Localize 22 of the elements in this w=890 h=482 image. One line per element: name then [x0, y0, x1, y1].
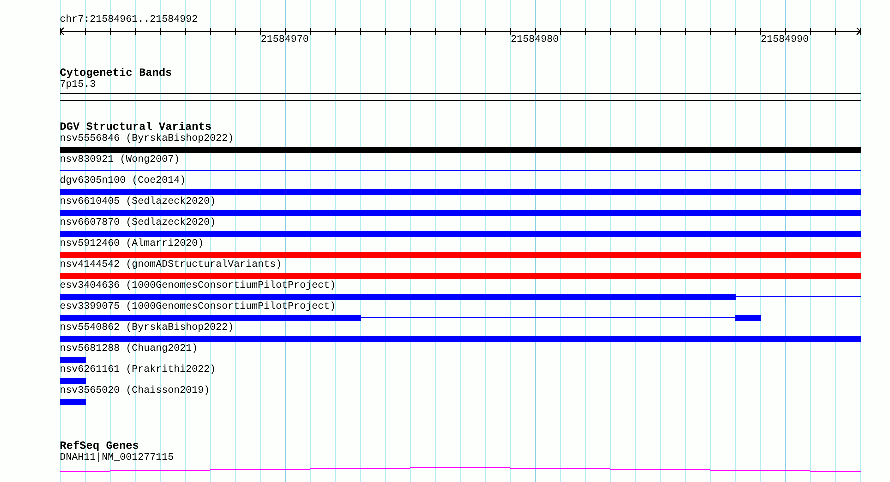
ruler-tick-label: 21584970	[261, 35, 309, 47]
variant-label: nsv5540862 (ByrskaBishop2022)	[60, 323, 234, 335]
ruler-tick-label: 21584980	[511, 35, 559, 47]
position-label: chr7:21584961..21584992	[60, 15, 198, 27]
band-label: 7p15.3	[60, 80, 96, 92]
variant-label: nsv3565020 (Chaisson2019)	[60, 386, 210, 398]
variant-label: nsv6607870 (Sedlazeck2020)	[60, 218, 216, 230]
variant-label: dgv6305n100 (Coe2014)	[60, 176, 186, 188]
variant-label: nsv6261161 (Prakrithi2022)	[60, 365, 216, 377]
variant-label: nsv6610405 (Sedlazeck2020)	[60, 197, 216, 209]
gene-label: DNAH11|NM_001277115	[60, 453, 174, 465]
track-title: RefSeq Genes	[60, 441, 140, 453]
variant-label: nsv5681288 (Chuang2021)	[60, 344, 198, 356]
variant-label: nsv5556846 (ByrskaBishop2022)	[60, 134, 234, 146]
variant-label: esv3404636 (1000GenomesConsortiumPilotProject)	[60, 281, 336, 293]
variant-label: nsv5912460 (Almarri2020)	[60, 239, 204, 251]
ruler-tick-label: 21584990	[761, 35, 809, 47]
variant-label: nsv4144542 (gnomADStructuralVariants)	[60, 260, 282, 272]
variant-label: nsv830921 (Wong2007)	[60, 155, 180, 167]
track-title: Cytogenetic Bands	[60, 68, 172, 80]
variant-label: esv3399075 (1000GenomesConsortiumPilotProject)	[60, 302, 336, 314]
track-title: DGV Structural Variants	[60, 122, 212, 134]
